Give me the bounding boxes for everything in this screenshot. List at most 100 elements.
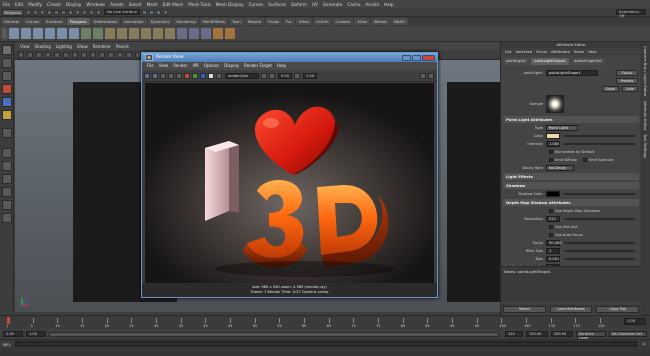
menu-arnold[interactable]: Arnold (365, 2, 379, 7)
render-menu-view[interactable]: View (159, 62, 169, 70)
ae-menu-list[interactable]: List (505, 49, 512, 54)
shelf-tab-rendering[interactable]: Rendering (173, 18, 199, 25)
shelf-options-icon[interactable] (2, 28, 7, 39)
menu-curves[interactable]: Curves (249, 2, 264, 7)
menu-edit[interactable]: Edit (15, 2, 23, 7)
render-menu-render-target[interactable]: Render Target (244, 62, 272, 70)
poly-cone-icon[interactable] (45, 28, 55, 39)
multi-cut-icon[interactable] (165, 28, 175, 39)
current-frame-marker[interactable] (7, 317, 10, 324)
extrude-icon[interactable] (105, 28, 115, 39)
shelf-tab-surfaces[interactable]: Surfaces (43, 18, 66, 25)
menu-generate[interactable]: Generate (323, 2, 343, 7)
render-menu-ipr[interactable]: IPR (192, 62, 198, 70)
light-color-swatch[interactable] (546, 132, 560, 139)
remove-image-icon[interactable] (269, 72, 275, 79)
mode-selector[interactable]: Polygons (2, 8, 24, 16)
bridge-icon[interactable] (117, 28, 127, 39)
redo-previous-render-icon[interactable] (144, 72, 150, 79)
menu-mesh-display[interactable]: Mesh Display (216, 2, 244, 7)
shelf-tab-xgen[interactable]: XGen (354, 18, 371, 25)
color-slider[interactable] (564, 134, 635, 137)
bookmark-icon[interactable] (36, 51, 42, 58)
playback-end-field[interactable]: 200.00 (551, 331, 573, 337)
render-region-icon[interactable] (168, 72, 174, 79)
maximize-button[interactable] (412, 54, 421, 61)
shelf-tab-mash[interactable]: MASH (390, 18, 408, 25)
keep-image-icon[interactable] (261, 72, 267, 79)
display-mode-icon[interactable] (420, 72, 426, 79)
shadow-color-swatch[interactable] (546, 190, 560, 197)
menu-display[interactable]: Display (66, 2, 81, 7)
shadow-color-slider[interactable] (564, 192, 635, 195)
ae-tab-pointlightshape1[interactable]: pointLightShape1 (531, 58, 570, 65)
command-input[interactable] (15, 341, 638, 347)
shelf-tab-painteffects[interactable]: PaintEffects (199, 18, 229, 25)
menu-cache[interactable]: Cache (347, 2, 360, 7)
gamma-field[interactable]: 1.00 (303, 72, 317, 79)
select-component-icon[interactable] (75, 9, 80, 15)
ae-tab-pointlight1[interactable]: pointLight1 (503, 58, 530, 65)
layout-outliner-icon[interactable] (2, 187, 12, 197)
layout-hypershade-icon[interactable] (2, 213, 12, 223)
render-menu-help[interactable]: Help (277, 62, 286, 70)
render-menu-options[interactable]: Options (204, 62, 219, 70)
shelf-tab-general[interactable]: General (1, 18, 22, 25)
exposure-field[interactable]: 0.00 (278, 72, 292, 79)
shelf-tab-nhair[interactable]: nHair (295, 18, 313, 25)
section-depth-map-shadow[interactable]: Depth Map Shadow Attributes (503, 199, 639, 206)
focus-button[interactable]: Focus (616, 69, 638, 76)
shelf-tab-deformation[interactable]: Deformation (90, 18, 121, 25)
shelf-tab-ncloth[interactable]: nCloth (313, 18, 332, 25)
image-plane-icon[interactable] (45, 51, 51, 58)
load-attributes-button[interactable]: Load Attributes (549, 305, 593, 313)
blue-channel-icon[interactable] (200, 72, 206, 79)
render-menu-render[interactable]: Render (173, 62, 187, 70)
use-depth-map-checkbox[interactable] (549, 208, 553, 213)
snapshot-icon[interactable] (176, 72, 182, 79)
separate-icon[interactable] (93, 28, 103, 39)
viewport-menu-view[interactable]: View (20, 44, 30, 49)
layout-single-icon[interactable] (2, 148, 12, 158)
current-frame-field[interactable]: 1.00 (624, 318, 646, 325)
menu-modify[interactable]: Modify (28, 2, 42, 7)
select-object-icon[interactable] (68, 9, 73, 15)
menu-create[interactable]: Create (47, 2, 61, 7)
select-camera-icon[interactable] (18, 51, 24, 58)
ae-menu-selected[interactable]: Selected (516, 49, 532, 54)
live-surface-field[interactable]: No Live Surface (104, 9, 140, 15)
character-set-dropdown[interactable]: No Character Set (609, 331, 647, 337)
open-scene-icon[interactable] (33, 9, 38, 15)
smooth-icon[interactable] (177, 28, 187, 39)
wireframe-icon[interactable] (81, 51, 87, 58)
focus-slider[interactable] (564, 241, 635, 244)
ipr-icon[interactable] (152, 72, 158, 79)
shelf-tab-muscle[interactable]: Muscle (244, 18, 264, 25)
poly-torus-icon[interactable] (69, 28, 79, 39)
layout-four-icon[interactable] (2, 161, 12, 171)
render-current-frame-icon[interactable] (142, 9, 147, 15)
snap-grid-icon[interactable] (82, 9, 87, 15)
ae-menu-focus[interactable]: Focus (536, 49, 547, 54)
select-hierarchy-icon[interactable] (61, 9, 66, 15)
viewport-menu-show[interactable]: Show (77, 44, 88, 49)
insert-edge-loop-icon[interactable] (153, 28, 163, 39)
resolution-slider[interactable] (564, 217, 635, 220)
bias-field[interactable]: 0.001 (546, 255, 560, 262)
poly-cube-icon[interactable] (21, 28, 31, 39)
range-end-field[interactable]: 120 (505, 331, 523, 337)
layout-two-icon[interactable] (2, 174, 12, 184)
use-lights-icon[interactable] (108, 51, 114, 58)
append-polygon-icon[interactable] (141, 28, 151, 39)
camera-attributes-icon[interactable] (27, 51, 33, 58)
scale-tool-icon[interactable] (2, 110, 12, 120)
render-menu-display[interactable]: Display (224, 62, 239, 70)
intensity-slider[interactable] (564, 142, 635, 145)
isolate-select-icon[interactable] (126, 51, 132, 58)
mirror-icon[interactable] (201, 28, 211, 39)
camera-select[interactable]: renderCam (225, 72, 259, 79)
menu-uv[interactable]: UV (312, 2, 318, 7)
shelf-tab-fluids[interactable]: Fluids (264, 18, 282, 25)
move-tool-icon[interactable] (2, 84, 12, 94)
ae-tab-defaultlightset[interactable]: defaultLightSet (571, 58, 605, 65)
